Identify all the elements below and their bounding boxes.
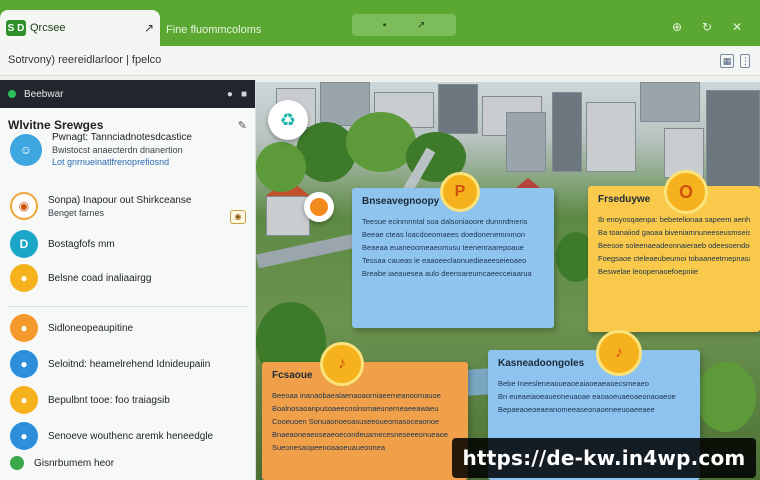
minimize-icon[interactable]: ↻	[700, 20, 714, 34]
menu-icon[interactable]: ⋮	[740, 54, 750, 68]
list-item-title: Gisnrbumem heor	[34, 457, 115, 469]
list-item[interactable]: Gisnrbumem heor	[0, 456, 256, 470]
list-item-title: Senoeve wouthenc aremk heneedgle	[48, 430, 214, 442]
list-item-title: Seloitnd: heamelrehend Idnideupaiin	[48, 358, 211, 370]
list-item[interactable]: ● Seloitnd: heamelrehend Idnideupaiin	[0, 350, 256, 378]
browser-tab-bar: S D Qrcsee ↗ Fine fluommcoloms ▪ ↗ ⊕ ↻ ✕	[0, 0, 760, 46]
user-icon: ●	[10, 264, 38, 292]
calendar-icon: ◉	[10, 192, 38, 220]
list-item-title: Pwnagt: Tannciadnotesdcastice	[52, 132, 192, 143]
note-line: Bn eueaeiaoeaueoneuaoae eaoaoeuaeoaeonao…	[498, 392, 676, 401]
note-line: Beeae cteas loacdoeomaees doedonenemnimo…	[362, 230, 526, 239]
document-icon: D	[10, 230, 38, 258]
note-line: Teesue ecinmnntal soa dalsoniaoore dunnr…	[362, 217, 528, 226]
list-item[interactable]: ● Sidloneopeaupitine	[0, 314, 256, 342]
list-item-title: Bepulbnt tooe: foo traiagsib	[48, 394, 170, 406]
pin-icon: ♪	[596, 330, 642, 376]
cursor-icon: ↗	[416, 19, 426, 31]
panel-titlebar: Beebwar ● ■	[0, 80, 255, 108]
list-item-link[interactable]: Lot gnrnueinatlfrenoprefiosnd	[52, 157, 192, 167]
list-item[interactable]: ● Belsne coad inaliaairgg	[0, 264, 256, 292]
pin-icon: ♪	[320, 342, 364, 386]
panel-titlebar-text: Beebwar	[24, 88, 64, 100]
item-badge-button[interactable]: ◉	[230, 210, 246, 224]
list-item-title: Sonpa) Inapour out Shirkceanse	[48, 194, 192, 206]
chat-avatar-icon: ☺	[10, 133, 42, 166]
divider	[8, 306, 248, 307]
close-icon[interactable]: ✕	[730, 20, 744, 34]
list-item-title: Belsne coad inaliaairgg	[48, 272, 152, 284]
note-line: Foegsaoe cteleaeubeumoi tobaaneetmepnasa…	[598, 254, 750, 263]
list-item[interactable]: ◉ Sonpa) Inapour out Shirkceanse Benget …	[0, 192, 256, 224]
note-line: Bepaeaoeoeaeanomeeaseonaoeneeuoaeeaee	[498, 405, 655, 414]
note-line: Boalnosaoanpusoaeecnsinsmaeunerneaeeawae…	[272, 404, 439, 413]
note-line: Breabe iaeauesea aulo deensareumcaeeccei…	[362, 269, 532, 278]
green-dot-icon	[10, 456, 24, 470]
note-line: Sueonesaopeenoaaoeuaueoonea	[272, 443, 386, 452]
square-icon: ▪	[382, 19, 387, 31]
note-line: Bnaeaoneaeoseaeoecondeuamecesneseeeonuea…	[272, 430, 448, 439]
blue-dot-icon: ●	[10, 350, 38, 378]
list-item[interactable]: ● Bepulbnt tooe: foo traiagsib	[0, 386, 256, 414]
watermark-url: https://de-kw.in4wp.com	[452, 438, 756, 478]
note-line: Beeoaa inanaobaealaenaoaorniaeemeanoomau…	[272, 391, 441, 400]
extensions-icon[interactable]: ▦	[720, 54, 734, 68]
list-item-title: Bostagfofs mm	[48, 238, 115, 250]
tag-icon[interactable]: ♻	[268, 100, 308, 140]
messages-panel: Beebwar ● ■ Wlvitne Srewges ✎ ☺ Pwnagt: …	[0, 80, 256, 480]
active-tab[interactable]: S D Qrcsee ↗	[0, 10, 160, 46]
tab-pin-icon[interactable]: ↗	[144, 21, 154, 35]
list-item-subtitle: Benget farnes	[48, 207, 105, 218]
panel-title: Wlvitne Srewges	[8, 118, 104, 132]
pin-icon: P	[440, 172, 480, 212]
compose-icon[interactable]: ✎	[238, 119, 247, 132]
url-text[interactable]: Sotrvony) reereidlarloor | fpelco	[8, 54, 161, 66]
note-line: Beaeaa euaneoomeaeomusu teenenraarepoaue	[362, 243, 524, 252]
orange-dot-icon: ●	[10, 314, 38, 342]
note-line: Beswelae leoopenaoefoepniie	[598, 267, 699, 276]
status-dot-icon	[8, 90, 16, 98]
note-line: Ib enoyosqaenpa: bebetelionaa sapeem aen…	[598, 215, 750, 224]
note-title: Kasneadoongoles	[498, 358, 585, 369]
map-marker-icon[interactable]	[304, 192, 334, 222]
list-item[interactable]: ● Senoeve wouthenc aremk heneedgle	[0, 422, 256, 450]
inactive-tab[interactable]: Fine fluommcoloms	[160, 18, 280, 42]
note-line: Beesoe soleenaeadeonnaieraeb odeesoendoe…	[598, 241, 750, 250]
list-item-title: Sidloneopeaupitine	[48, 322, 134, 334]
list-item[interactable]: ☺ Pwnagt: Tannciadnotesdcastice Bwistocs…	[0, 132, 256, 167]
orange-dot-icon: ●	[10, 386, 38, 414]
list-item-subtitle: Bwistocst anaecterdn dnanertion	[52, 145, 183, 155]
pin-icon: O	[664, 170, 708, 214]
sticky-note-orange[interactable]: Fcsaoue Beeoaa inanaobaealaenaoaorniaeem…	[262, 362, 468, 480]
note-title: Fcsaoue	[272, 370, 313, 381]
tab-title: Qrcsee	[30, 22, 66, 34]
note-line: Ba toanaiiod gaoaa biveniamnuneeseusmsei…	[598, 228, 750, 237]
site-logo-icon: S D	[6, 20, 26, 36]
tab-search-box[interactable]: ▪ ↗	[352, 14, 456, 36]
note-line: Cooeuoen Sonuaonoeoasuseeoueomasoceaonoe	[272, 417, 440, 426]
minimize-icon[interactable]: ■	[241, 89, 247, 100]
address-bar[interactable]: Sotrvony) reereidlarloor | fpelco ▦ ⋮	[0, 46, 760, 76]
note-line: Tessaa caueas ie eaaoeeclaonuedieaeeseie…	[362, 256, 527, 265]
list-item[interactable]: D Bostagfofs mm	[0, 230, 256, 258]
tab-list-icon[interactable]: ⊕	[670, 20, 684, 34]
settings-icon[interactable]: ●	[227, 89, 233, 100]
blue-dot-icon: ●	[10, 422, 38, 450]
note-line: Bebe Ineesleneaoueaoeaiaoeaeaoecsmeaeo	[498, 379, 649, 388]
